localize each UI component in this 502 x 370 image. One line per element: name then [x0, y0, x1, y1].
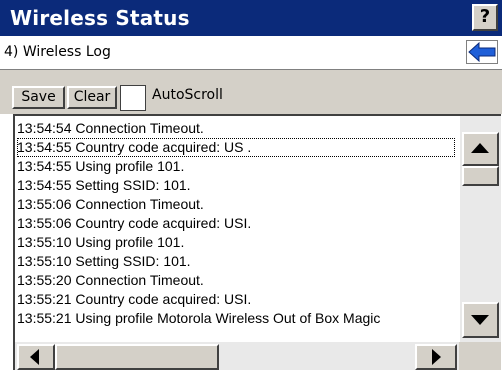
- clear-button[interactable]: Clear: [67, 86, 117, 109]
- log-time: 13:55:10: [17, 234, 72, 250]
- title-bar: Wireless Status ?: [0, 0, 502, 36]
- window-title: Wireless Status: [10, 6, 190, 30]
- log-message: Setting SSID: 101.: [75, 177, 191, 193]
- log-message: Country code acquired: US .: [75, 139, 252, 155]
- log-row[interactable]: 13:54:54 Connection Timeout.: [17, 119, 455, 138]
- log-message: Connection Timeout.: [75, 196, 204, 212]
- vertical-scrollbar[interactable]: [460, 116, 501, 342]
- scrollbar-corner: [459, 342, 501, 370]
- toolbar: Save Clear AutoScroll: [0, 70, 502, 114]
- log-message: Connection Timeout.: [75, 120, 204, 136]
- scroll-up-button[interactable]: [462, 132, 499, 166]
- log-time: 13:55:21: [17, 291, 72, 307]
- log-row[interactable]: 13:55:10 Using profile 101.: [17, 233, 455, 252]
- wireless-log-list[interactable]: 13:54:54 Connection Timeout. 13:54:55 Cou…: [13, 114, 501, 370]
- log-time: 13:54:55: [17, 177, 72, 193]
- scroll-right-button[interactable]: [415, 344, 457, 370]
- log-rows: 13:54:54 Connection Timeout. 13:54:55 Cou…: [17, 119, 455, 328]
- log-time: 13:54:54: [17, 120, 72, 136]
- autoscroll-checkbox[interactable]: [120, 85, 146, 111]
- scroll-left-button[interactable]: [17, 344, 55, 370]
- scroll-down-button[interactable]: [462, 302, 499, 338]
- log-time: 13:54:55: [17, 139, 72, 155]
- log-row[interactable]: 13:54:55 Country code acquired: US .: [17, 138, 455, 157]
- question-mark-icon: ?: [479, 6, 491, 27]
- log-message: Country code acquired: USI.: [75, 291, 252, 307]
- log-time: 13:55:20: [17, 272, 72, 288]
- log-time: 13:55:21: [17, 310, 72, 326]
- log-message: Using profile 101.: [75, 234, 185, 250]
- back-button[interactable]: [466, 40, 498, 64]
- autoscroll-label: AutoScroll: [152, 87, 223, 103]
- horizontal-scrollbar[interactable]: [15, 342, 501, 370]
- log-row[interactable]: 13:54:55 Using profile 101.: [17, 157, 455, 176]
- log-row[interactable]: 13:55:10 Setting SSID: 101.: [17, 252, 455, 271]
- log-row[interactable]: 13:55:06 Connection Timeout.: [17, 195, 455, 214]
- log-message: Setting SSID: 101.: [75, 253, 191, 269]
- arrow-down-icon: [471, 315, 489, 325]
- log-time: 13:55:06: [17, 196, 72, 212]
- log-row[interactable]: 13:55:21 Using profile Motorola Wireless…: [17, 309, 455, 328]
- log-message: Connection Timeout.: [75, 272, 204, 288]
- arrow-left-icon: [30, 349, 39, 365]
- arrow-right-icon: [432, 349, 441, 365]
- log-row[interactable]: 13:55:21 Country code acquired: USI.: [17, 290, 455, 309]
- page-title: 4) Wireless Log: [4, 44, 111, 60]
- horizontal-scroll-thumb[interactable]: [55, 344, 219, 370]
- log-time: 13:55:06: [17, 215, 72, 231]
- vertical-scroll-thumb[interactable]: [462, 166, 499, 186]
- log-message: Using profile Motorola Wireless Out of B…: [75, 310, 381, 326]
- log-message: Using profile 101.: [75, 158, 185, 174]
- log-message: Country code acquired: USI.: [75, 215, 252, 231]
- arrow-up-icon: [471, 143, 489, 153]
- log-time: 13:54:55: [17, 158, 72, 174]
- back-arrow-icon: [468, 41, 496, 63]
- page-header: 4) Wireless Log: [0, 36, 502, 70]
- log-row[interactable]: 13:55:20 Connection Timeout.: [17, 271, 455, 290]
- log-row[interactable]: 13:55:06 Country code acquired: USI.: [17, 214, 455, 233]
- log-time: 13:55:10: [17, 253, 72, 269]
- save-button[interactable]: Save: [12, 86, 65, 109]
- log-row[interactable]: 13:54:55 Setting SSID: 101.: [17, 176, 455, 195]
- help-button[interactable]: ?: [472, 4, 498, 31]
